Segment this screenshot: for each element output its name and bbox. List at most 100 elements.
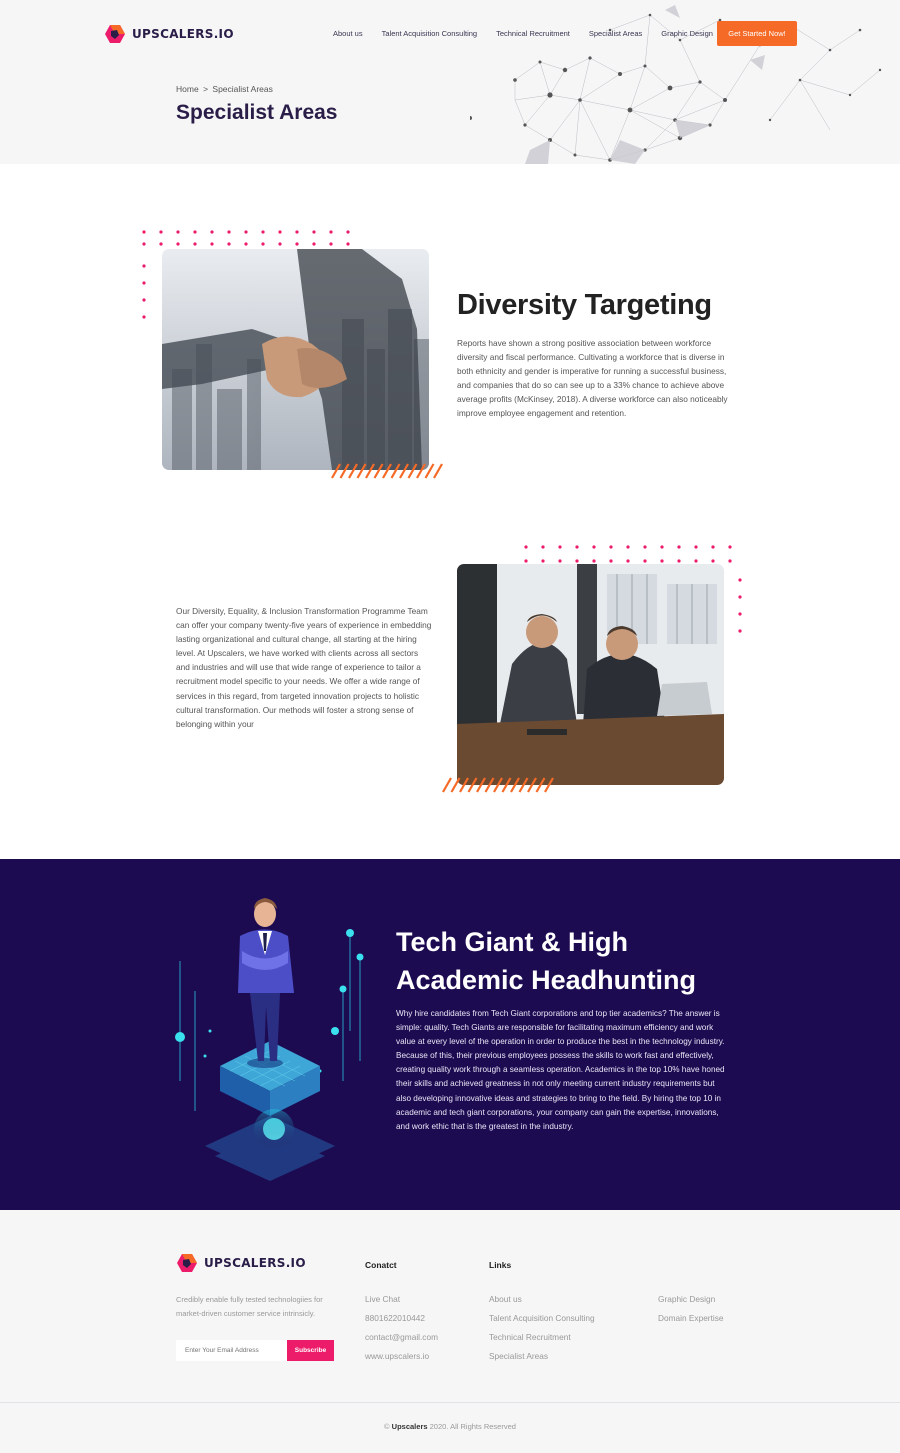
decorative-stripe bbox=[356, 463, 367, 479]
decorative-stripe bbox=[399, 463, 409, 479]
decorative-stripe bbox=[382, 463, 392, 479]
decorative-dot bbox=[193, 230, 197, 234]
newsletter-form: Subscribe bbox=[176, 1340, 334, 1361]
decorative-stripe bbox=[518, 777, 529, 793]
diversity-body: Reports have shown a strong positive ass… bbox=[457, 338, 728, 419]
isometric-businessman-illustration bbox=[175, 898, 364, 1181]
contact-live-chat[interactable]: Live Chat bbox=[365, 1293, 438, 1305]
footer-link-specialist[interactable]: Specialist Areas bbox=[489, 1350, 595, 1362]
hero-section: UPSCALERS.IO About us Talent Acquisition… bbox=[0, 0, 900, 164]
contact-email[interactable]: contact@gmail.com bbox=[365, 1331, 438, 1343]
email-input[interactable] bbox=[176, 1340, 287, 1361]
decorative-dot bbox=[227, 242, 231, 246]
decorative-dot bbox=[159, 230, 163, 234]
decorative-dot bbox=[193, 242, 197, 246]
decorative-stripe bbox=[331, 463, 341, 479]
decorative-dot bbox=[244, 230, 248, 234]
decorative-dot bbox=[575, 559, 579, 563]
decorative-dot bbox=[738, 612, 742, 616]
business-meeting-image bbox=[457, 564, 724, 785]
decorative-dot bbox=[312, 230, 316, 234]
decorative-dot bbox=[728, 559, 732, 563]
decorative-dot bbox=[261, 242, 265, 246]
decorative-stripe bbox=[535, 777, 546, 793]
decorative-dot bbox=[626, 545, 630, 549]
brand-logo[interactable]: UPSCALERS.IO bbox=[104, 24, 234, 44]
decorative-dot bbox=[694, 559, 698, 563]
nav-about-us[interactable]: About us bbox=[333, 29, 363, 38]
breadcrumb-current: Specialist Areas bbox=[212, 84, 273, 94]
footer-link-graphic-design[interactable]: Graphic Design bbox=[658, 1293, 723, 1305]
decorative-stripe bbox=[416, 463, 426, 479]
decorative-dot bbox=[738, 629, 742, 633]
decorative-dot bbox=[728, 545, 732, 549]
decorative-dot bbox=[694, 545, 698, 549]
decorative-dot bbox=[592, 559, 596, 563]
links-list-2: Graphic Design Domain Expertise bbox=[658, 1293, 723, 1324]
decorative-stripes bbox=[442, 777, 554, 793]
decorative-dot bbox=[677, 545, 681, 549]
decorative-dot bbox=[244, 242, 248, 246]
contact-phone[interactable]: 8801622010442 bbox=[365, 1312, 438, 1324]
decorative-stripe bbox=[407, 463, 418, 479]
breadcrumb-home[interactable]: Home bbox=[176, 84, 199, 94]
get-started-button[interactable]: Get Started Now! bbox=[717, 21, 797, 46]
footer-link-about[interactable]: About us bbox=[489, 1293, 595, 1305]
footer: UPSCALERS.IO Credibly enable fully teste… bbox=[0, 1210, 900, 1453]
decorative-dot bbox=[142, 230, 146, 234]
decorative-dot bbox=[524, 559, 528, 563]
diversity-title: Diversity Targeting bbox=[457, 289, 712, 321]
decorative-dot bbox=[261, 230, 265, 234]
decorative-stripes bbox=[331, 463, 443, 479]
contact-website[interactable]: www.upscalers.io bbox=[365, 1350, 438, 1362]
decorative-stripe bbox=[467, 777, 478, 793]
nav-technical-recruitment[interactable]: Technical Recruitment bbox=[496, 29, 570, 38]
footer-brand-logo[interactable]: UPSCALERS.IO bbox=[176, 1253, 306, 1273]
footer-divider bbox=[0, 1402, 900, 1403]
nav-graphic-design[interactable]: Graphic Design bbox=[661, 29, 713, 38]
footer-link-technical[interactable]: Technical Recruitment bbox=[489, 1331, 595, 1343]
nav-specialist-areas[interactable]: Specialist Areas bbox=[589, 29, 642, 38]
decorative-dot bbox=[210, 230, 214, 234]
brand-name: UPSCALERS.IO bbox=[132, 27, 234, 41]
decorative-dot bbox=[643, 545, 647, 549]
breadcrumb-separator: > bbox=[203, 84, 209, 94]
network-globe-illustration bbox=[470, 5, 882, 164]
decorative-dot bbox=[295, 230, 299, 234]
decorative-dot bbox=[660, 545, 664, 549]
decorative-dot bbox=[738, 595, 742, 599]
logo-icon bbox=[105, 25, 125, 43]
footer-link-domain-expertise[interactable]: Domain Expertise bbox=[658, 1312, 723, 1324]
decorative-stripe bbox=[459, 777, 469, 793]
decorative-dot bbox=[541, 545, 545, 549]
decorative-dot bbox=[278, 242, 282, 246]
links-list: About us Talent Acquisition Consulting T… bbox=[489, 1293, 595, 1362]
decorative-dot bbox=[677, 559, 681, 563]
decorative-dot bbox=[176, 230, 180, 234]
decorative-dot bbox=[142, 281, 146, 285]
decorative-stripe bbox=[493, 777, 503, 793]
copyright: © Upscalers 2020. All Rights Reserved bbox=[0, 1422, 900, 1431]
decorative-dot bbox=[558, 559, 562, 563]
decorative-stripe bbox=[527, 777, 537, 793]
decorative-dot bbox=[329, 242, 333, 246]
contact-heading: Conatct bbox=[365, 1260, 397, 1270]
decorative-stripe bbox=[450, 777, 461, 793]
footer-description: Credibly enable fully tested technologii… bbox=[176, 1295, 323, 1318]
copyright-text: 2020. All Rights Reserved bbox=[429, 1422, 516, 1431]
decorative-dot bbox=[312, 242, 316, 246]
decorative-stripe bbox=[348, 463, 358, 479]
decorative-stripe bbox=[476, 777, 486, 793]
footer-link-talent[interactable]: Talent Acquisition Consulting bbox=[489, 1312, 595, 1324]
decorative-dot bbox=[346, 242, 350, 246]
nav-talent-acquisition[interactable]: Talent Acquisition Consulting bbox=[382, 29, 477, 38]
logo-icon bbox=[177, 1254, 197, 1272]
page-title: Specialist Areas bbox=[176, 101, 338, 124]
decorative-dot bbox=[142, 264, 146, 268]
tech-title: Tech Giant & High Academic Headhunting bbox=[396, 927, 697, 995]
decorative-stripe bbox=[365, 463, 375, 479]
decorative-dot bbox=[558, 545, 562, 549]
decorative-stripe bbox=[433, 463, 443, 479]
links-heading: Links bbox=[489, 1260, 512, 1270]
subscribe-button[interactable]: Subscribe bbox=[287, 1340, 334, 1361]
